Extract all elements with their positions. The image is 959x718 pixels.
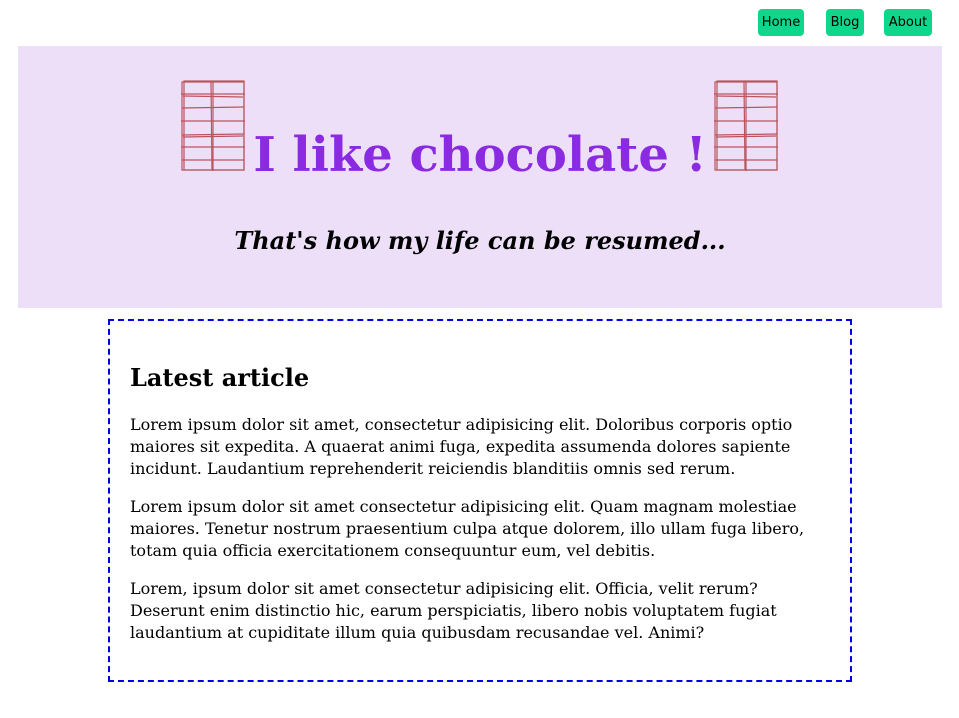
nav-blog-button[interactable]: Blog — [826, 9, 864, 36]
nav-home-button[interactable]: Home — [758, 9, 804, 36]
article-paragraph: Lorem, ipsum dolor sit amet consectetur … — [130, 579, 777, 642]
top-nav: Home Blog About — [0, 8, 959, 38]
article-paragraph: Lorem ipsum dolor sit amet, consectetur … — [130, 415, 793, 478]
page-header: I like chocolate ! That's how my life ca… — [18, 46, 942, 308]
article-title: Latest article — [130, 363, 310, 392]
article-paragraph: Lorem ipsum dolor sit amet consectetur a… — [130, 497, 805, 560]
nav-about-button[interactable]: About — [884, 9, 932, 36]
chocolate-bar-icon — [714, 80, 778, 171]
latest-article: Latest article Lorem ipsum dolor sit ame… — [108, 319, 852, 682]
page-tagline: That's how my life can be resumed... — [234, 226, 726, 255]
page-title: I like chocolate ! — [253, 127, 707, 183]
